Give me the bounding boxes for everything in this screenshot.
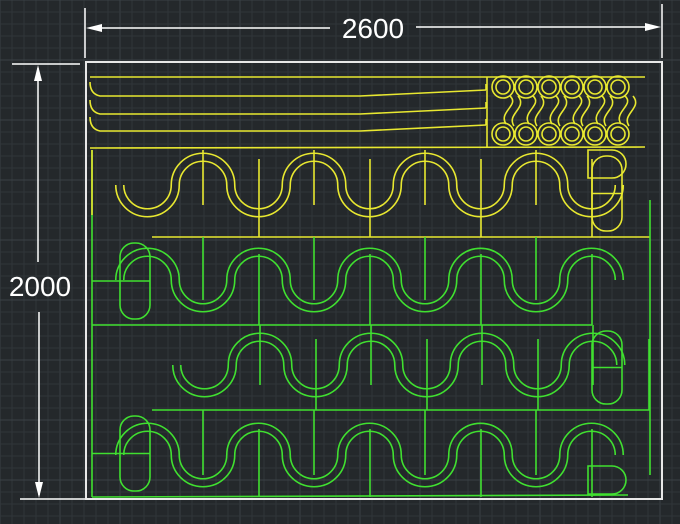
height-dimension-label: 2000 — [9, 271, 71, 302]
pattern-link — [557, 95, 568, 127]
pattern-link — [603, 95, 614, 127]
pattern-ring — [564, 126, 580, 142]
pattern-ring — [518, 79, 534, 95]
width-dimension-label: 2600 — [342, 13, 404, 44]
pattern-ring — [495, 79, 511, 95]
pattern-ring — [564, 79, 580, 95]
serpentine-layout — [89, 75, 651, 498]
serpentine-tube — [171, 340, 618, 398]
channel-line — [89, 146, 646, 149]
pattern-ring — [495, 126, 511, 142]
frame-edge — [91, 494, 629, 498]
pattern-link — [534, 95, 545, 127]
pattern-link — [626, 95, 637, 127]
arrow-up-icon — [34, 65, 42, 81]
pattern-ring — [541, 126, 557, 142]
arrow-left-icon — [86, 24, 102, 32]
serpentine-tube — [179, 332, 626, 390]
pattern-ring — [610, 126, 626, 142]
pattern-ring — [610, 79, 626, 95]
cad-drawing-canvas[interactable]: 2600 2000 — [0, 0, 680, 524]
pattern-ring — [541, 79, 557, 95]
pattern-ring — [518, 126, 534, 142]
